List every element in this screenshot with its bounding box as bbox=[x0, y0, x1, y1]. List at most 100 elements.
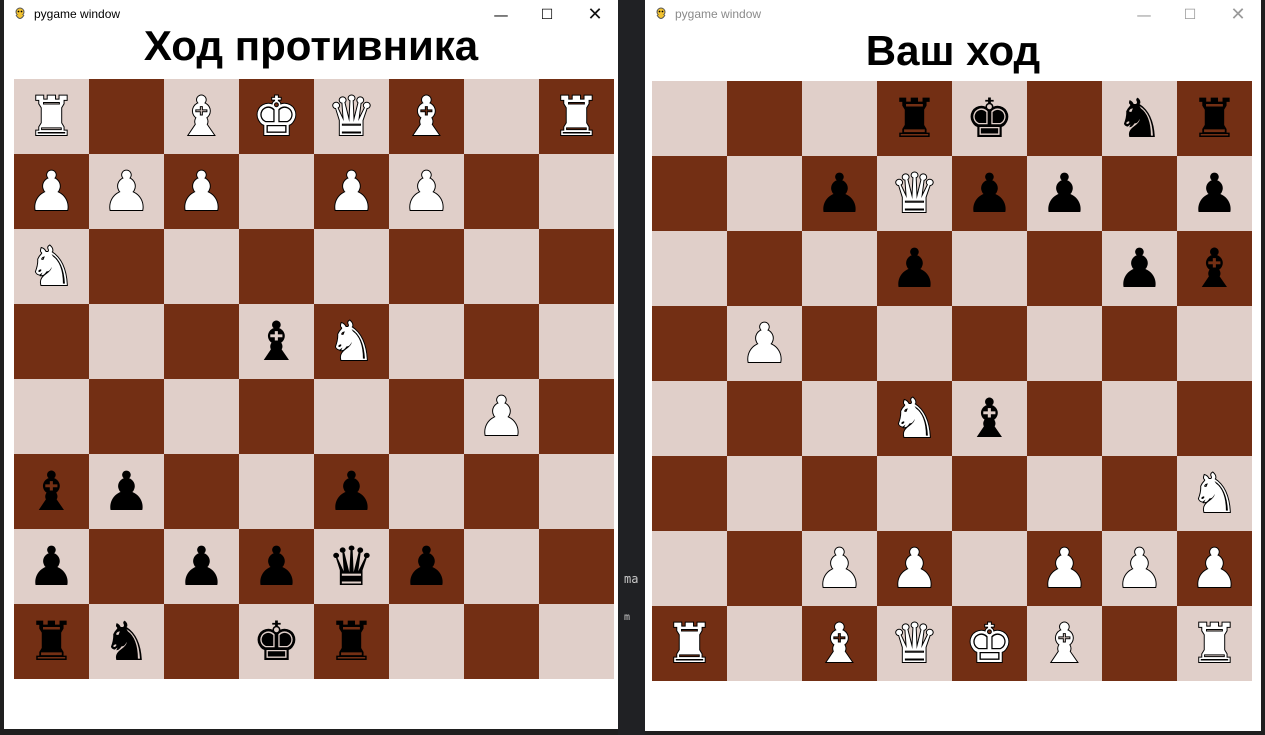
board-square[interactable] bbox=[89, 229, 164, 304]
white-king-icon[interactable]: ♚ bbox=[964, 615, 1014, 671]
white-pawn-icon[interactable]: ♟ bbox=[889, 540, 939, 596]
board-square[interactable] bbox=[1102, 456, 1177, 531]
board-square[interactable] bbox=[464, 604, 539, 679]
board-square[interactable] bbox=[539, 154, 614, 229]
white-bishop-icon[interactable]: ♝ bbox=[814, 615, 864, 671]
black-pawn-icon[interactable]: ♟ bbox=[815, 166, 863, 221]
board-square[interactable]: ♝ bbox=[802, 606, 877, 681]
minimize-button[interactable]: — bbox=[1121, 2, 1167, 28]
board-square[interactable] bbox=[314, 229, 389, 304]
close-button[interactable]: ✕ bbox=[1215, 2, 1261, 28]
white-pawn-icon[interactable]: ♟ bbox=[739, 315, 789, 371]
board-square[interactable] bbox=[652, 456, 727, 531]
black-pawn-icon[interactable]: ♟ bbox=[327, 464, 375, 519]
board-square[interactable]: ♝ bbox=[389, 79, 464, 154]
board-square[interactable]: ♟ bbox=[14, 529, 89, 604]
white-knight-icon[interactable]: ♞ bbox=[1189, 465, 1239, 521]
board-square[interactable] bbox=[539, 229, 614, 304]
black-pawn-icon[interactable]: ♟ bbox=[27, 539, 75, 594]
board-square[interactable]: ♜ bbox=[14, 79, 89, 154]
board-square[interactable] bbox=[652, 81, 727, 156]
white-pawn-icon[interactable]: ♟ bbox=[1189, 540, 1239, 596]
board-square[interactable] bbox=[539, 529, 614, 604]
board-square[interactable] bbox=[802, 231, 877, 306]
white-pawn-icon[interactable]: ♟ bbox=[401, 163, 451, 219]
board-square[interactable] bbox=[89, 379, 164, 454]
board-square[interactable]: ♝ bbox=[239, 304, 314, 379]
board-square[interactable] bbox=[1177, 381, 1252, 456]
board-square[interactable] bbox=[389, 454, 464, 529]
board-square[interactable]: ♟ bbox=[952, 156, 1027, 231]
board-square[interactable]: ♞ bbox=[89, 604, 164, 679]
board-square[interactable] bbox=[389, 604, 464, 679]
board-square[interactable]: ♛ bbox=[877, 606, 952, 681]
black-rook-icon[interactable]: ♜ bbox=[327, 614, 375, 669]
board-square[interactable] bbox=[1027, 381, 1102, 456]
board-square[interactable] bbox=[89, 304, 164, 379]
white-knight-icon[interactable]: ♞ bbox=[326, 313, 376, 369]
board-square[interactable] bbox=[539, 304, 614, 379]
pygame-window-left[interactable]: pygame window — ☐ ✕ Ход противника ♜ ♝ ♚ ♛ ♝… bbox=[4, 0, 618, 729]
board-square[interactable] bbox=[464, 79, 539, 154]
board-square[interactable] bbox=[1027, 81, 1102, 156]
board-square[interactable]: ♟ bbox=[89, 154, 164, 229]
board-square[interactable] bbox=[464, 529, 539, 604]
board-square[interactable]: ♟ bbox=[89, 454, 164, 529]
maximize-button[interactable]: ☐ bbox=[1167, 2, 1213, 28]
board-square[interactable] bbox=[239, 379, 314, 454]
black-knight-icon[interactable]: ♞ bbox=[102, 614, 150, 669]
board-square[interactable]: ♛ bbox=[877, 156, 952, 231]
board-square[interactable] bbox=[727, 606, 802, 681]
black-rook-icon[interactable]: ♜ bbox=[890, 91, 938, 146]
board-square[interactable] bbox=[164, 379, 239, 454]
board-square[interactable]: ♞ bbox=[314, 304, 389, 379]
board-square[interactable] bbox=[877, 306, 952, 381]
white-pawn-icon[interactable]: ♟ bbox=[326, 163, 376, 219]
board-square[interactable]: ♟ bbox=[1102, 231, 1177, 306]
board-square[interactable]: ♚ bbox=[239, 79, 314, 154]
board-square[interactable] bbox=[1102, 381, 1177, 456]
board-square[interactable] bbox=[952, 456, 1027, 531]
board-square[interactable] bbox=[89, 79, 164, 154]
board-square[interactable] bbox=[727, 381, 802, 456]
white-knight-icon[interactable]: ♞ bbox=[26, 238, 76, 294]
board-square[interactable] bbox=[314, 379, 389, 454]
board-square[interactable]: ♟ bbox=[14, 154, 89, 229]
black-pawn-icon[interactable]: ♟ bbox=[965, 166, 1013, 221]
board-square[interactable] bbox=[389, 304, 464, 379]
board-square[interactable] bbox=[802, 81, 877, 156]
board-square[interactable] bbox=[727, 231, 802, 306]
board-square[interactable]: ♟ bbox=[239, 529, 314, 604]
board-square[interactable]: ♜ bbox=[1177, 81, 1252, 156]
board-square[interactable] bbox=[952, 306, 1027, 381]
black-pawn-icon[interactable]: ♟ bbox=[102, 464, 150, 519]
board-square[interactable]: ♟ bbox=[877, 231, 952, 306]
board-square[interactable] bbox=[652, 231, 727, 306]
board-square[interactable] bbox=[239, 154, 314, 229]
board-square[interactable]: ♞ bbox=[1177, 456, 1252, 531]
board-square[interactable] bbox=[1102, 606, 1177, 681]
title-bar[interactable]: pygame window — ☐ ✕ bbox=[645, 0, 1261, 30]
black-pawn-icon[interactable]: ♟ bbox=[1190, 166, 1238, 221]
board-square[interactable]: ♚ bbox=[952, 606, 1027, 681]
board-square[interactable] bbox=[164, 604, 239, 679]
board-square[interactable]: ♜ bbox=[539, 79, 614, 154]
board-square[interactable] bbox=[164, 454, 239, 529]
board-square[interactable] bbox=[389, 229, 464, 304]
white-pawn-icon[interactable]: ♟ bbox=[476, 388, 526, 444]
white-bishop-icon[interactable]: ♝ bbox=[401, 88, 451, 144]
white-knight-icon[interactable]: ♞ bbox=[889, 390, 939, 446]
board-square[interactable] bbox=[1102, 306, 1177, 381]
board-square[interactable] bbox=[727, 81, 802, 156]
black-bishop-icon[interactable]: ♝ bbox=[1190, 241, 1238, 296]
pygame-window-right[interactable]: pygame window — ☐ ✕ Ваш ход ♜ ♚ ♞ ♜ ♟ ♛ ♟ ♟ ♟ ♟ ♟ ♝… bbox=[645, 0, 1261, 731]
board-square[interactable] bbox=[164, 304, 239, 379]
black-pawn-icon[interactable]: ♟ bbox=[177, 539, 225, 594]
black-pawn-icon[interactable]: ♟ bbox=[1040, 166, 1088, 221]
board-square[interactable] bbox=[652, 381, 727, 456]
black-pawn-icon[interactable]: ♟ bbox=[252, 539, 300, 594]
board-square[interactable]: ♜ bbox=[14, 604, 89, 679]
board-square[interactable] bbox=[652, 531, 727, 606]
chess-board[interactable]: ♜ ♚ ♞ ♜ ♟ ♛ ♟ ♟ ♟ ♟ ♟ ♝ ♟ ♞ ♝ ♞ ♟ ♟ ♟ ♟ ♟ ♜ ♝ ♛ ♚ ♝ ♜ bbox=[652, 81, 1252, 681]
black-rook-icon[interactable]: ♜ bbox=[27, 614, 75, 669]
